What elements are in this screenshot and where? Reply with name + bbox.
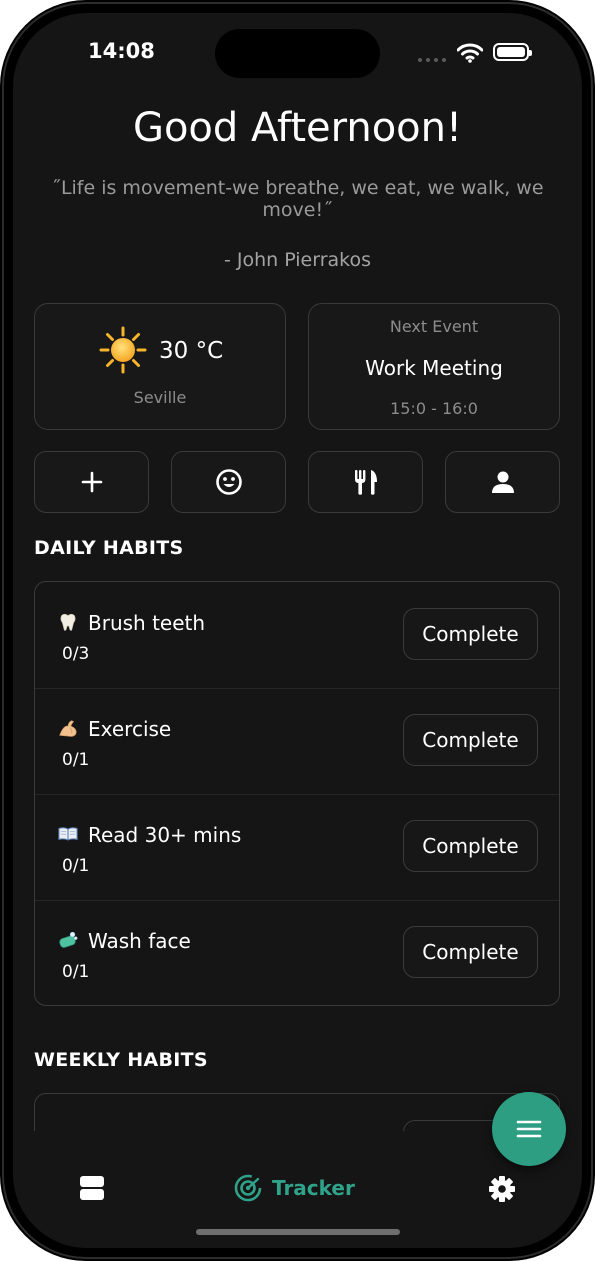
weather-city: Seville — [133, 388, 187, 407]
soap-icon — [59, 931, 78, 948]
home-indicator[interactable] — [196, 1229, 400, 1235]
habit-row: Read 30+ mins 0/1 Complete — [35, 794, 559, 901]
greeting-title: Good Afternoon! — [132, 105, 463, 151]
habit-name: Exercise — [88, 717, 172, 741]
app-screen: 14:08 Good Afternoon! ˝Life is movement-… — [13, 13, 582, 1248]
radar-icon — [234, 1174, 262, 1202]
dynamic-island — [215, 29, 380, 78]
habit-row: Brush teeth 0/3 Complete — [35, 582, 559, 689]
weather-temperature: 30 °C — [159, 338, 224, 364]
habit-row: Exercise 0/1 Complete — [35, 688, 559, 795]
smiley-icon — [215, 469, 242, 495]
habit-row: Wash face 0/1 Complete — [35, 900, 559, 1006]
next-event-card[interactable]: Next Event Work Meeting 15:0 - 16:0 — [308, 303, 560, 430]
next-event-title: Work Meeting — [365, 356, 503, 380]
weekly-habits-title: WEEKLY HABITS — [34, 1049, 208, 1071]
meal-button[interactable] — [308, 451, 423, 513]
wifi-icon — [457, 43, 483, 63]
add-button[interactable] — [34, 451, 149, 513]
complete-button[interactable]: Complete — [403, 714, 538, 766]
quote-author: - John Pierrakos — [223, 249, 372, 271]
habit-name: Brush teeth — [88, 611, 206, 635]
daily-habits-title: DAILY HABITS — [34, 537, 184, 559]
tooth-icon — [60, 613, 76, 631]
tab-tracker-label: Tracker — [272, 1176, 355, 1200]
status-time: 14:08 — [88, 39, 155, 63]
complete-button[interactable]: Complete — [403, 608, 538, 660]
profile-button[interactable] — [445, 451, 560, 513]
habit-progress: 0/1 — [62, 856, 90, 876]
complete-button[interactable]: Complete — [403, 820, 538, 872]
next-event-label: Next Event — [389, 317, 479, 336]
complete-button[interactable]: Complete — [403, 926, 538, 978]
plus-icon — [81, 471, 102, 493]
next-event-time: 15:0 - 16:0 — [390, 399, 478, 418]
stack-icon[interactable] — [79, 1175, 105, 1201]
sun-icon — [99, 326, 147, 374]
fork-knife-icon — [354, 470, 377, 495]
quote-text: ˝Life is movement-we breathe, we eat, we… — [51, 177, 544, 221]
menu-fab[interactable] — [492, 1092, 566, 1166]
person-icon — [491, 471, 514, 493]
phone-frame: 14:08 Good Afternoon! ˝Life is movement-… — [0, 0, 595, 1261]
habit-name: Wash face — [88, 929, 191, 953]
habit-progress: 0/1 — [62, 962, 90, 982]
battery-icon — [493, 43, 532, 61]
habit-progress: 0/1 — [62, 750, 90, 770]
daily-habits-list: Brush teeth 0/3 Complete Exercise 0/1 Co… — [34, 581, 560, 1006]
menu-icon — [516, 1120, 542, 1138]
signal-icon — [418, 58, 446, 62]
tab-tracker[interactable]: Tracker — [234, 1174, 355, 1202]
flexed-arm-icon — [59, 720, 77, 737]
habit-progress: 0/3 — [62, 644, 90, 664]
weather-card[interactable]: 30 °C Seville — [34, 303, 286, 430]
habit-name: Read 30+ mins — [88, 823, 242, 847]
mood-button[interactable] — [171, 451, 286, 513]
open-book-icon — [58, 827, 78, 841]
gear-icon[interactable] — [488, 1175, 516, 1203]
